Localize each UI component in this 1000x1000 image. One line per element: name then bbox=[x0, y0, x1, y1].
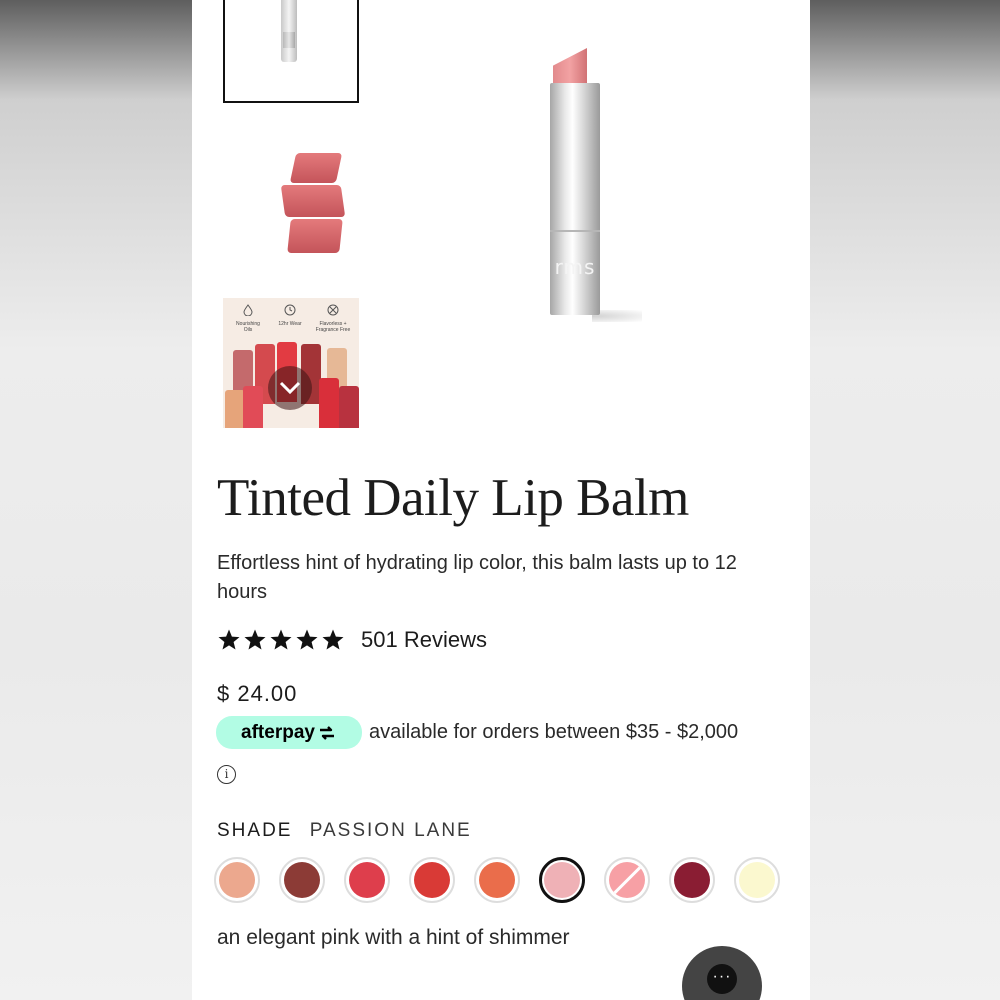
balm-stick bbox=[319, 378, 339, 428]
gallery-more-button[interactable] bbox=[268, 366, 312, 410]
clock-icon: 12hr Wear bbox=[275, 304, 305, 327]
star-icon bbox=[296, 629, 318, 650]
product-page: Nourishing Oils 12hr Wear Flavorless + F… bbox=[192, 0, 810, 1000]
shade-swatch-color bbox=[739, 862, 775, 898]
balm-slice bbox=[289, 153, 343, 183]
shade-label: SHADE bbox=[217, 820, 293, 841]
feature-label: Flavorless + Fragrance Free bbox=[315, 321, 351, 333]
shade-swatch[interactable] bbox=[214, 857, 260, 903]
shade-swatch-color bbox=[544, 862, 580, 898]
shade-swatch-color bbox=[479, 862, 515, 898]
product-title: Tinted Daily Lip Balm bbox=[217, 469, 689, 527]
shade-swatch-color bbox=[284, 862, 320, 898]
product-price: $ 24.00 bbox=[217, 681, 298, 706]
unavailable-slash-icon bbox=[610, 862, 645, 897]
shade-description: an elegant pink with a hint of shimmer bbox=[217, 926, 570, 949]
shade-swatch[interactable] bbox=[539, 857, 585, 903]
afterpay-badge[interactable]: afterpay bbox=[216, 716, 362, 749]
rating-row[interactable]: 501 Reviews bbox=[217, 624, 487, 656]
shade-swatch[interactable] bbox=[604, 857, 650, 903]
chevron-down-icon bbox=[279, 381, 301, 395]
balm-stick bbox=[339, 386, 359, 428]
balm-stick bbox=[225, 390, 245, 428]
product-description: Effortless hint of hydrating lip color, … bbox=[217, 552, 737, 603]
balm-stick bbox=[243, 386, 263, 428]
shade-swatch[interactable] bbox=[474, 857, 520, 903]
ellipsis-icon: ··· bbox=[707, 964, 737, 994]
shade-swatch-color bbox=[609, 862, 645, 898]
shade-swatch-color bbox=[219, 862, 255, 898]
reviews-link[interactable]: 501 Reviews bbox=[361, 627, 487, 653]
thumbnail-tube-image bbox=[281, 0, 297, 62]
feature-label: 12hr Wear bbox=[278, 321, 302, 327]
afterpay-badge-label: afterpay bbox=[241, 721, 315, 743]
balm-slice bbox=[280, 185, 346, 217]
feature-label: Nourishing Oils bbox=[236, 321, 260, 333]
balm-slice bbox=[287, 219, 343, 253]
thumbnail-slices[interactable] bbox=[223, 135, 359, 270]
shade-swatch[interactable] bbox=[734, 857, 780, 903]
shade-swatch[interactable] bbox=[409, 857, 455, 903]
star-icon bbox=[270, 629, 292, 650]
shade-swatches bbox=[214, 857, 780, 903]
main-product-image[interactable]: rms bbox=[522, 40, 662, 330]
balm-tube bbox=[550, 83, 600, 315]
selected-shade-name: PASSION LANE bbox=[309, 820, 472, 841]
afterpay-row: afterpay available for orders between $3… bbox=[216, 716, 738, 749]
brand-logo: rms bbox=[554, 255, 596, 279]
chat-button[interactable]: ··· bbox=[682, 946, 762, 1000]
feature-icons: Nourishing Oils 12hr Wear Flavorless + F… bbox=[223, 304, 359, 344]
thumbnail-tube-base bbox=[283, 32, 295, 48]
shade-swatch[interactable] bbox=[344, 857, 390, 903]
star-icon bbox=[244, 629, 266, 650]
shade-selector-label: SHADE PASSION LANE bbox=[217, 820, 472, 842]
afterpay-terms: available for orders between $35 - $2,00… bbox=[369, 721, 739, 743]
droplet-icon: Nourishing Oils bbox=[233, 304, 263, 333]
thumbnail-shades-collage[interactable]: Nourishing Oils 12hr Wear Flavorless + F… bbox=[223, 298, 359, 428]
background-left bbox=[0, 0, 192, 1000]
star-icon bbox=[218, 629, 240, 650]
star-icon bbox=[322, 629, 344, 650]
info-icon[interactable]: i bbox=[217, 765, 236, 784]
shade-swatch-color bbox=[349, 862, 385, 898]
star-rating bbox=[217, 628, 345, 652]
thumbnail-tube[interactable] bbox=[223, 0, 359, 103]
background-right bbox=[810, 0, 1000, 1000]
tube-ring bbox=[550, 230, 600, 232]
shade-swatch[interactable] bbox=[279, 857, 325, 903]
no-fragrance-icon: Flavorless + Fragrance Free bbox=[315, 304, 351, 333]
shade-swatch-color bbox=[674, 862, 710, 898]
shade-swatch[interactable] bbox=[669, 857, 715, 903]
shade-swatch-color bbox=[414, 862, 450, 898]
afterpay-logo-icon bbox=[319, 725, 334, 740]
